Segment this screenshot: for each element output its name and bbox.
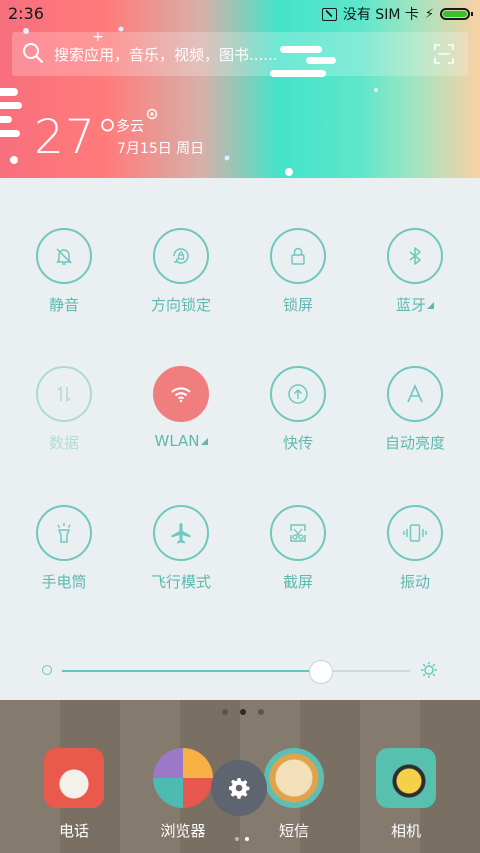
toggle-auto-brightness[interactable]: 自动亮度 [357, 366, 473, 453]
toggle-label: WLAN [154, 432, 200, 450]
toggle-circle [270, 366, 326, 422]
airplane-icon [171, 523, 191, 544]
toggle-circle [387, 228, 443, 284]
brightness-fill [62, 670, 320, 672]
app-label: 短信 [278, 822, 309, 840]
toggle-rotation-lock[interactable]: 方向锁定 [123, 228, 239, 315]
messages-icon [264, 748, 324, 808]
toggle-label: 快传 [282, 434, 313, 452]
toggle-circle [153, 228, 209, 284]
weather-header: + 2:36 没有 SIM 卡 ⚡ 搜索应用，音乐，视频，图书...... 27… [0, 0, 480, 178]
screenshot-scissors-icon [290, 524, 306, 542]
rotation-lock-icon [173, 248, 189, 264]
toggle-label: 蓝牙 [395, 296, 426, 314]
app-label: 电话 [58, 822, 89, 840]
toggle-lock-screen[interactable]: 锁屏 [240, 228, 356, 315]
toggle-circle [387, 505, 443, 561]
status-bar: 2:36 没有 SIM 卡 ⚡ [0, 0, 480, 28]
expand-corner-icon [200, 438, 208, 445]
toggle-label: 截屏 [282, 573, 313, 591]
toggle-circle [270, 228, 326, 284]
toggle-circle [387, 366, 443, 422]
page-dot [240, 709, 246, 715]
weather-swirl-icon [146, 108, 158, 120]
page-dot [222, 709, 228, 715]
toggle-circle [153, 505, 209, 561]
gear-icon [229, 778, 250, 799]
home-screen-dock: 电话 浏览器 短信 相机 [0, 700, 480, 853]
page-dot [245, 837, 249, 841]
battery-icon [440, 8, 473, 20]
toggle-circle [36, 228, 92, 284]
data-arrows-icon [57, 386, 71, 402]
toggle-circle [36, 505, 92, 561]
scan-icon[interactable] [434, 44, 454, 64]
toggle-label: 振动 [399, 573, 430, 591]
temperature: 27° [34, 110, 121, 165]
toggle-label: 飞行模式 [150, 573, 211, 591]
toggle-label: 方向锁定 [150, 296, 211, 314]
charging-icon: ⚡ [424, 6, 434, 22]
browser-icon [153, 748, 213, 808]
app-camera[interactable]: 相机 [366, 748, 446, 841]
search-bar[interactable]: 搜索应用，音乐，视频，图书...... [12, 32, 468, 76]
toggle-label: 手电筒 [41, 573, 87, 591]
upload-icon [288, 384, 308, 404]
brightness-low-icon [42, 665, 52, 675]
lock-icon [291, 247, 305, 265]
expand-corner-icon [427, 302, 434, 309]
bluetooth-icon [409, 247, 421, 265]
toggle-label-wrap: 蓝牙 [357, 294, 473, 315]
toggle-circle [153, 366, 209, 422]
toggle-airplane[interactable]: 飞行模式 [123, 505, 239, 592]
carrier-text: 没有 SIM 卡 [342, 7, 419, 23]
brightness-track[interactable] [62, 660, 410, 684]
toggle-label: 自动亮度 [384, 434, 445, 452]
toggle-quick-transfer[interactable]: 快传 [240, 366, 356, 453]
brightness-high-icon [421, 662, 437, 678]
camera-icon [376, 748, 436, 808]
toggle-mute[interactable]: 静音 [6, 228, 122, 315]
toggle-label: 数据 [48, 434, 79, 452]
search-icon [23, 43, 44, 64]
toggle-screenshot[interactable]: 截屏 [240, 505, 356, 592]
vibrate-icon [403, 524, 427, 542]
flashlight-icon [57, 523, 71, 543]
bell-off-icon [56, 248, 72, 265]
toggle-label-wrap: WLAN [123, 432, 239, 450]
no-sim-icon [321, 7, 337, 21]
toggle-flashlight[interactable]: 手电筒 [6, 505, 122, 592]
toggle-label: 静音 [48, 296, 79, 314]
page-dot [235, 837, 239, 841]
settings-button[interactable] [211, 760, 267, 816]
toggle-wlan[interactable]: WLAN [123, 366, 239, 450]
auto-brightness-icon [407, 384, 423, 403]
toggle-circle [270, 505, 326, 561]
brightness-slider[interactable] [0, 656, 480, 686]
search-placeholder: 搜索应用，音乐，视频，图书...... [54, 46, 278, 64]
app-label: 相机 [390, 822, 421, 840]
dock-page-indicator [232, 826, 252, 845]
toggle-circle [36, 366, 92, 422]
app-label: 浏览器 [160, 822, 206, 840]
phone-icon [44, 748, 104, 808]
toggle-vibrate[interactable]: 振动 [357, 505, 473, 592]
weather-condition: 多云 [116, 119, 144, 135]
quick-settings-panel: 静音 方向锁定 锁屏 蓝牙 数据 WLAN 快传 自动亮度 手电筒 飞行模式 截… [0, 178, 480, 700]
toggle-bluetooth[interactable]: 蓝牙 [357, 228, 473, 315]
status-right: 没有 SIM 卡 ⚡ [321, 4, 473, 24]
wifi-icon [171, 387, 191, 403]
app-phone[interactable]: 电话 [34, 748, 114, 841]
weather-date: 7月15日 周日 [117, 141, 205, 157]
status-time: 2:36 [8, 4, 44, 23]
page-indicator [216, 700, 270, 719]
page-dot [258, 709, 264, 715]
toggle-label: 锁屏 [282, 296, 313, 314]
brightness-knob[interactable] [308, 660, 333, 684]
toggle-mobile-data[interactable]: 数据 [6, 366, 122, 453]
